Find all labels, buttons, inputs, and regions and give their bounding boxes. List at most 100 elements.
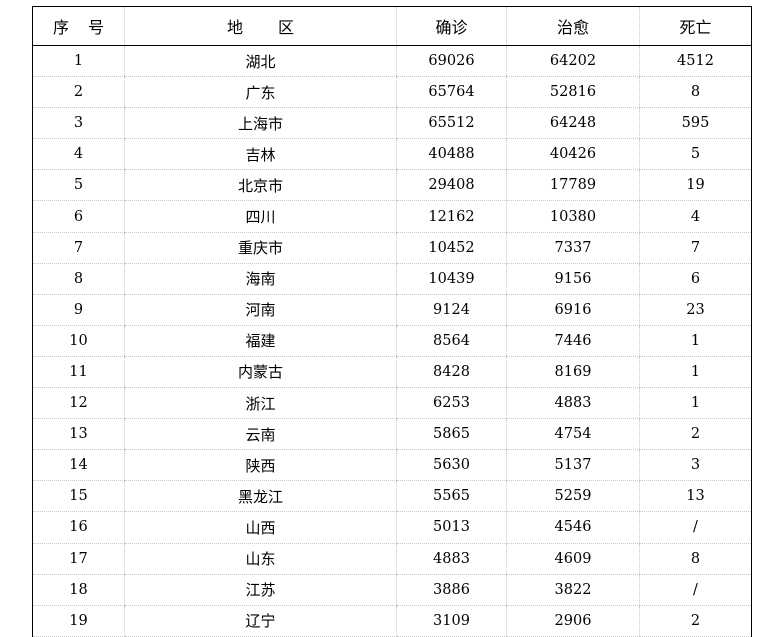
cell-cured: 6916 (506, 294, 640, 326)
cell-index: 14 (32, 449, 125, 482)
cell-deaths: 4512 (639, 45, 752, 78)
cell-index: 2 (32, 76, 125, 109)
cell-index: 11 (32, 356, 125, 389)
cell-deaths: 4 (639, 200, 752, 233)
cell-index: 9 (32, 294, 125, 326)
cell-region: 广东 (124, 76, 397, 109)
cell-deaths: / (639, 574, 752, 606)
cell-region: 吉林 (124, 138, 397, 171)
cell-index: 13 (32, 418, 125, 451)
cell-cured: 2906 (506, 605, 640, 637)
cell-deaths: 7 (639, 232, 752, 264)
cell-region: 内蒙古 (124, 356, 397, 389)
cell-deaths: 1 (639, 325, 752, 357)
table-row: 13 云南 5865 4754 2 (32, 418, 752, 451)
header-index: 序 号 (32, 6, 125, 46)
table-row: 12 浙江 6253 4883 1 (32, 387, 752, 420)
cell-deaths: 8 (639, 543, 752, 575)
cell-deaths: 2 (639, 605, 752, 637)
cell-cured: 7446 (506, 325, 640, 357)
cell-region: 云南 (124, 418, 397, 451)
table-row: 17 山东 4883 4609 8 (32, 543, 752, 575)
cell-region: 江苏 (124, 574, 397, 606)
cell-cured: 52816 (506, 76, 640, 109)
cell-index: 1 (32, 45, 125, 78)
cell-confirmed: 65512 (396, 107, 507, 140)
cell-cured: 17789 (506, 169, 640, 202)
cell-cured: 4754 (506, 418, 640, 451)
cell-confirmed: 3886 (396, 574, 507, 606)
table-row: 15 黑龙江 5565 5259 13 (32, 480, 752, 513)
table-row: 16 山西 5013 4546/ (32, 511, 752, 544)
cell-confirmed: 9124 (396, 294, 507, 326)
cell-confirmed: 5865 (396, 418, 507, 451)
cell-deaths: 2 (639, 418, 752, 451)
cell-index: 10 (32, 325, 125, 357)
cell-region: 河南 (124, 294, 397, 326)
cell-cured: 8169 (506, 356, 640, 389)
cell-cured: 5259 (506, 480, 640, 513)
table-row: 10 福建 8564 7446 1 (32, 325, 752, 357)
header-deaths: 死亡 (639, 6, 752, 46)
cell-confirmed: 12162 (396, 200, 507, 233)
cell-cured: 4883 (506, 387, 640, 420)
cell-confirmed: 5565 (396, 480, 507, 513)
cell-index: 17 (32, 543, 125, 575)
cell-index: 4 (32, 138, 125, 171)
cell-confirmed: 69026 (396, 45, 507, 78)
cell-region: 陕西 (124, 449, 397, 482)
cell-index: 5 (32, 169, 125, 202)
cell-confirmed: 3109 (396, 605, 507, 637)
cell-deaths: 5 (639, 138, 752, 171)
cell-confirmed: 4883 (396, 543, 507, 575)
cell-index: 8 (32, 263, 125, 295)
cell-region: 福建 (124, 325, 397, 357)
cell-cured: 9156 (506, 263, 640, 295)
header-row: 序 号 地 区 确诊 治愈 死亡 (32, 6, 752, 46)
cell-cured: 40426 (506, 138, 640, 171)
cell-index: 18 (32, 574, 125, 606)
table-row: 2 广东 65764 52816 8 (32, 76, 752, 109)
cell-cured: 64202 (506, 45, 640, 78)
table-row: 5 北京市 29408 17789 19 (32, 169, 752, 202)
cell-cured: 5137 (506, 449, 640, 482)
table-row: 8 海南 10439 9156 6 (32, 263, 752, 295)
cell-index: 19 (32, 605, 125, 637)
cell-confirmed: 65764 (396, 76, 507, 109)
cell-cured: 64248 (506, 107, 640, 140)
cell-confirmed: 8564 (396, 325, 507, 357)
table-row: 1 湖北 69026 64202 4512 (32, 45, 752, 78)
cell-deaths: 1 (639, 356, 752, 389)
cell-confirmed: 5013 (396, 511, 507, 544)
cell-region: 山东 (124, 543, 397, 575)
cell-deaths: 8 (639, 76, 752, 109)
cell-region: 四川 (124, 200, 397, 233)
cell-region: 海南 (124, 263, 397, 295)
cell-deaths: 3 (639, 449, 752, 482)
cell-cured: 10380 (506, 200, 640, 233)
cell-region: 湖北 (124, 45, 397, 78)
cell-region: 黑龙江 (124, 480, 397, 513)
cell-region: 北京市 (124, 169, 397, 202)
cell-region: 辽宁 (124, 605, 397, 637)
cell-region: 浙江 (124, 387, 397, 420)
table-row: 14 陕西 5630 5137 3 (32, 449, 752, 482)
table-row: 7 重庆市 10452 7337 7 (32, 232, 752, 264)
cell-index: 7 (32, 232, 125, 264)
header-cured: 治愈 (506, 6, 640, 46)
header-confirmed: 确诊 (396, 6, 507, 46)
table-body: 1 湖北 69026 64202 4512 2 广东 65764 52816 8 3 上海市 65512… (32, 45, 752, 637)
cell-deaths: 19 (639, 169, 752, 202)
cell-confirmed: 10439 (396, 263, 507, 295)
cell-deaths: 13 (639, 480, 752, 513)
cell-confirmed: 29408 (396, 169, 507, 202)
cell-confirmed: 40488 (396, 138, 507, 171)
cell-deaths: 595 (639, 107, 752, 140)
cell-region: 上海市 (124, 107, 397, 140)
cell-index: 6 (32, 200, 125, 233)
data-table: 序 号 地 区 确诊 治愈 死亡 1 湖北 69026 64202 4512 2 广东 657… (32, 6, 752, 637)
cell-region: 山西 (124, 511, 397, 544)
table-row: 4 吉林 40488 40426 5 (32, 138, 752, 171)
table-row: 9 河南 9124 6916 23 (32, 294, 752, 326)
cell-cured: 4546 (506, 511, 640, 544)
